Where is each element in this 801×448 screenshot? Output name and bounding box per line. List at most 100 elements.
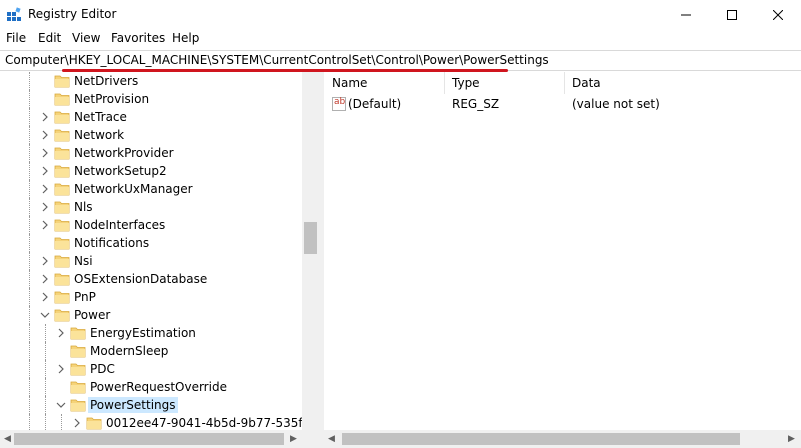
tree-node[interactable]: NetworkProvider	[0, 144, 302, 162]
tree-guide-line	[29, 216, 30, 234]
address-bar[interactable]: Computer\HKEY_LOCAL_MACHINE\SYSTEM\Curre…	[0, 50, 801, 71]
tree-node[interactable]: Network	[0, 126, 302, 144]
list-horizontal-scrollbar[interactable]: ◀ ▶	[324, 430, 801, 448]
menu-help[interactable]: Help	[172, 31, 199, 45]
tree-node[interactable]: NetTrace	[0, 108, 302, 126]
menu-file[interactable]: File	[6, 31, 26, 45]
value-name: (Default)	[348, 97, 402, 111]
list-horizontal-scroll-thumb[interactable]	[342, 433, 740, 445]
tree-node-label[interactable]: NetTrace	[72, 109, 129, 125]
tree-node[interactable]: PowerSettings	[0, 396, 302, 414]
tree-guide-line	[45, 378, 46, 396]
tree-guide-line	[29, 378, 30, 396]
tree-guide-line	[29, 144, 30, 162]
folder-icon	[54, 145, 70, 161]
tree-node[interactable]: NetDrivers	[0, 72, 302, 90]
tree-node-label[interactable]: Nsi	[72, 253, 95, 269]
tree-node[interactable]: NetProvision	[0, 90, 302, 108]
folder-icon	[54, 73, 70, 89]
folder-icon	[54, 217, 70, 233]
tree-node-label[interactable]: EnergyEstimation	[88, 325, 198, 341]
tree-guide-line	[45, 360, 46, 378]
close-button[interactable]	[755, 0, 801, 30]
tree-node[interactable]: PnP	[0, 288, 302, 306]
tree-guide-line	[29, 90, 30, 108]
maximize-button[interactable]	[709, 0, 755, 30]
tree-node-label[interactable]: NetworkSetup2	[72, 163, 169, 179]
menu-edit[interactable]: Edit	[38, 31, 61, 45]
tree-node-label[interactable]: PowerSettings	[88, 397, 178, 413]
tree-node-label[interactable]: NodeInterfaces	[72, 217, 167, 233]
tree-node-label[interactable]: NetDrivers	[72, 73, 140, 89]
tree-node[interactable]: Nls	[0, 198, 302, 216]
tree-node-label[interactable]: 0012ee47-9041-4b5d-9b77-535fba8b1	[104, 415, 318, 431]
folder-icon	[54, 235, 70, 251]
string-value-icon: ab	[332, 97, 346, 111]
chevron-right-icon[interactable]	[40, 184, 50, 194]
chevron-right-icon[interactable]	[40, 130, 50, 140]
chevron-right-icon[interactable]	[40, 166, 50, 176]
tree-node-label[interactable]: PDC	[88, 361, 117, 377]
chevron-right-icon[interactable]	[56, 328, 66, 338]
tree-node-label[interactable]: Nls	[72, 199, 95, 215]
chevron-right-icon[interactable]	[40, 256, 50, 266]
tree-node-label[interactable]: Notifications	[72, 235, 151, 251]
value-type: REG_SZ	[452, 97, 500, 111]
tree-vertical-scrollbar[interactable]	[302, 72, 319, 430]
tree-node[interactable]: EnergyEstimation	[0, 324, 302, 342]
tree-node-label[interactable]: PnP	[72, 289, 98, 305]
folder-icon	[54, 91, 70, 107]
tree-node[interactable]: NetworkUxManager	[0, 180, 302, 198]
tree-node-label[interactable]: NetProvision	[72, 91, 151, 107]
tree-node-label[interactable]: NetworkUxManager	[72, 181, 195, 197]
menu-view[interactable]: View	[72, 31, 100, 45]
menu-favorites[interactable]: Favorites	[111, 31, 165, 45]
scroll-left-arrow-icon[interactable]: ◀	[328, 434, 335, 444]
folder-icon	[54, 163, 70, 179]
tree-node[interactable]: NetworkSetup2	[0, 162, 302, 180]
chevron-right-icon[interactable]	[56, 364, 66, 374]
address-path[interactable]: Computer\HKEY_LOCAL_MACHINE\SYSTEM\Curre…	[5, 53, 549, 67]
chevron-right-icon[interactable]	[40, 148, 50, 158]
chevron-right-icon[interactable]	[72, 418, 82, 428]
chevron-down-icon[interactable]	[40, 310, 50, 320]
tree-guide-line	[29, 360, 30, 378]
tree-guide-line	[29, 180, 30, 198]
tree-guide-line	[45, 396, 46, 414]
chevron-right-icon[interactable]	[40, 274, 50, 284]
column-header-type[interactable]: Type	[444, 72, 564, 94]
chevron-down-icon[interactable]	[56, 400, 66, 410]
tree-node-label[interactable]: Network	[72, 127, 126, 143]
chevron-right-icon[interactable]	[40, 112, 50, 122]
scroll-left-arrow-icon[interactable]: ◀	[4, 434, 11, 444]
tree-node[interactable]: Power	[0, 306, 302, 324]
tree-node[interactable]: ModernSleep	[0, 342, 302, 360]
minimize-button[interactable]	[663, 0, 709, 30]
tree-guide-line	[29, 324, 30, 342]
tree-node-label[interactable]: NetworkProvider	[72, 145, 176, 161]
tree-node[interactable]: PowerRequestOverride	[0, 378, 302, 396]
tree-node[interactable]: PDC	[0, 360, 302, 378]
scroll-right-arrow-icon[interactable]: ▶	[290, 434, 297, 444]
value-list: Name Type Data ab (Default) REG_SZ (valu…	[324, 72, 801, 448]
tree-node-label[interactable]: Power	[72, 307, 112, 323]
chevron-right-icon[interactable]	[40, 202, 50, 212]
tree-vertical-scroll-thumb[interactable]	[304, 222, 317, 254]
scroll-right-arrow-icon[interactable]: ▶	[788, 434, 795, 444]
tree-horizontal-scroll-thumb[interactable]	[14, 433, 284, 445]
chevron-right-icon[interactable]	[40, 292, 50, 302]
tree-node[interactable]: Notifications	[0, 234, 302, 252]
tree-horizontal-scrollbar[interactable]: ◀ ▶	[0, 430, 319, 448]
value-row[interactable]: ab (Default) REG_SZ (value not set)	[324, 96, 801, 114]
tree-node[interactable]: Nsi	[0, 252, 302, 270]
tree-node-label[interactable]: OSExtensionDatabase	[72, 271, 209, 287]
chevron-right-icon[interactable]	[40, 220, 50, 230]
column-header-data[interactable]: Data	[564, 72, 794, 94]
tree-node-label[interactable]: ModernSleep	[88, 343, 170, 359]
tree-node-label[interactable]: PowerRequestOverride	[88, 379, 229, 395]
menu-bar: File Edit View Favorites Help	[0, 30, 801, 48]
tree-node[interactable]: NodeInterfaces	[0, 216, 302, 234]
tree-node[interactable]: OSExtensionDatabase	[0, 270, 302, 288]
column-header-name[interactable]: Name	[324, 72, 444, 94]
folder-icon	[54, 127, 70, 143]
